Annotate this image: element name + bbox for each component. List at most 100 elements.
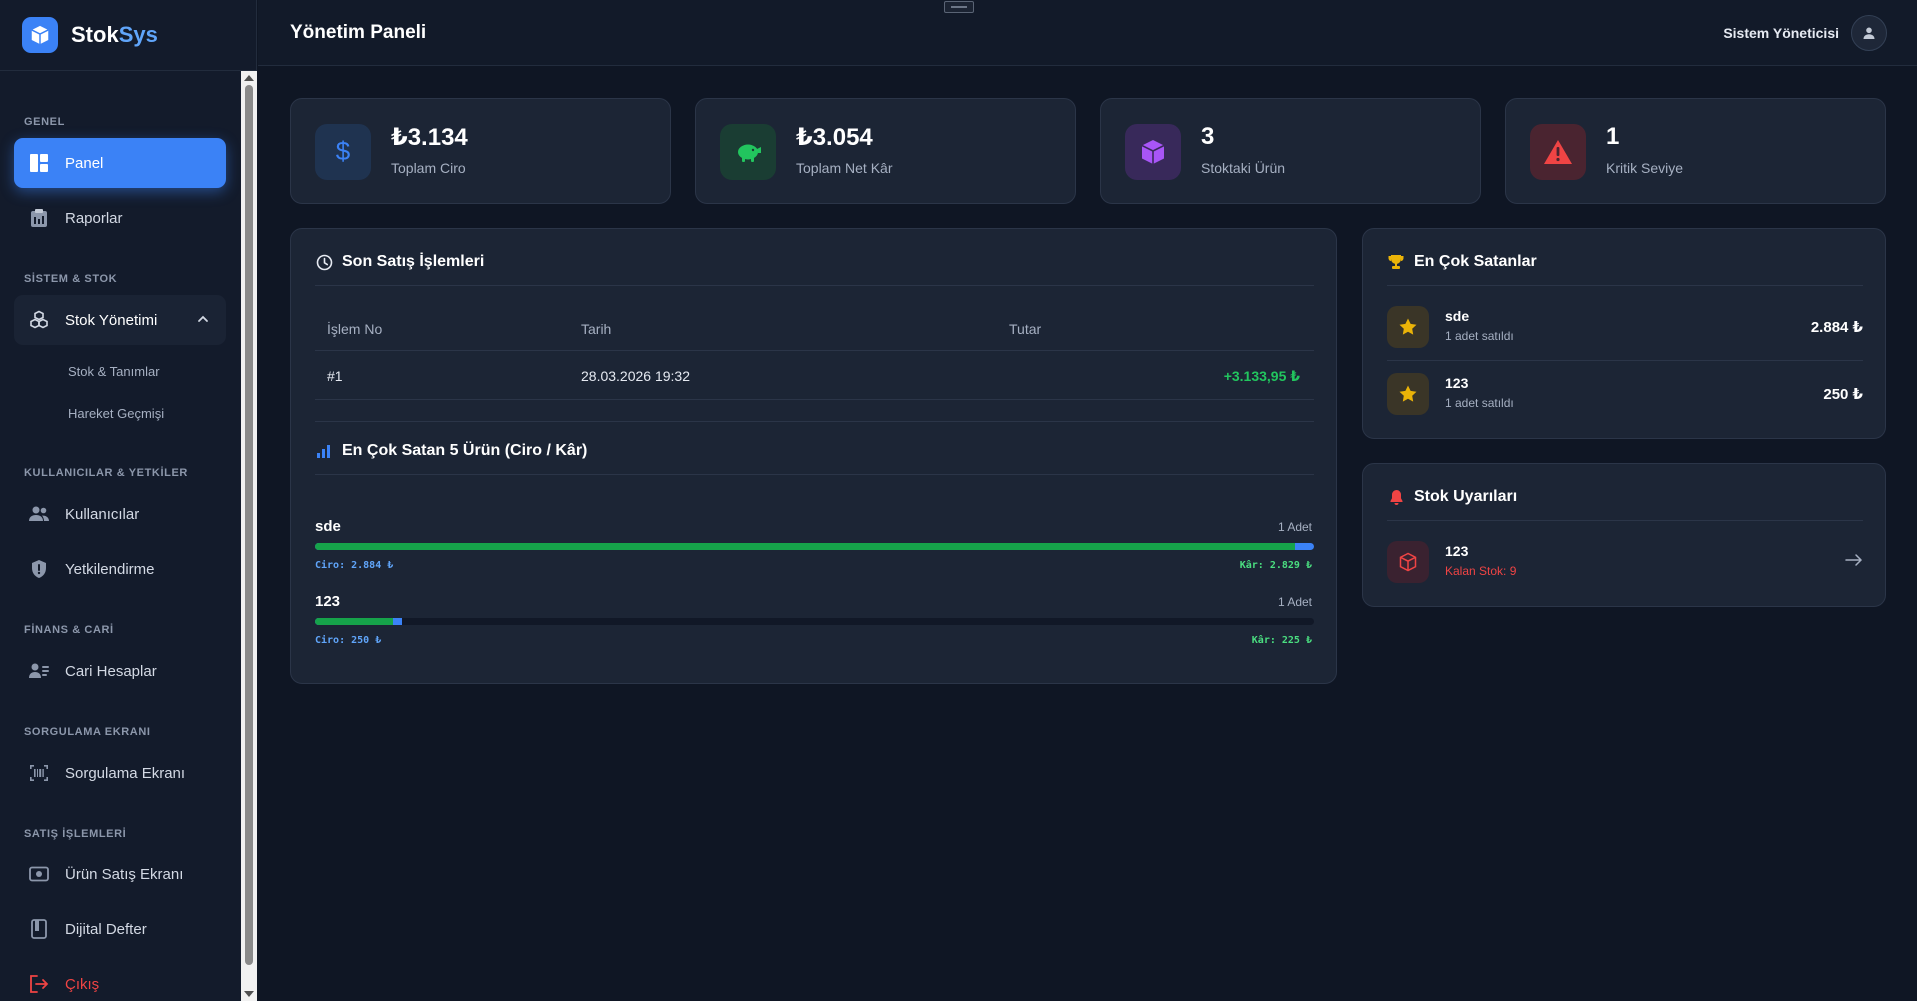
boxes-icon <box>28 309 50 331</box>
sidebar-item-cari-hesaplar[interactable]: Cari Hesaplar <box>14 646 226 696</box>
stat-value: 3 <box>1201 123 1215 150</box>
list-item-value: 2.884 ₺ <box>1810 319 1863 336</box>
chart-item-qty: 1 Adet <box>1277 520 1312 534</box>
best-sellers-title: En Çok Satanlar <box>1387 253 1537 271</box>
divider <box>315 474 1314 475</box>
clipboard-icon <box>28 207 50 229</box>
shield-icon <box>28 558 50 580</box>
list-item[interactable]: sde 1 adet satıldı 2.884 ₺ <box>1387 306 1863 366</box>
drag-handle[interactable] <box>944 1 974 13</box>
stat-value: ₺3.054 <box>796 124 873 151</box>
sidebar-item-yetkilendirme[interactable]: Yetkilendirme <box>14 544 226 594</box>
barcode-icon <box>28 762 50 784</box>
best-sellers-panel: En Çok Satanlar sde 1 adet satıldı 2.884… <box>1362 228 1886 439</box>
column-header-islem-no: İşlem No <box>327 321 383 337</box>
sidebar-item-raporlar[interactable]: Raporlar <box>14 193 226 243</box>
sidebar-item-stok-yonetimi[interactable]: Stok Yönetimi <box>14 295 226 345</box>
sidebar-item-label: Çıkış <box>65 975 100 993</box>
chart-bar-track <box>315 618 1314 625</box>
list-item-value: 250 ₺ <box>1823 386 1863 403</box>
cell-tarih: 28.03.2026 19:32 <box>581 368 690 384</box>
section-title-satis: SATIŞ İŞLEMLERİ <box>24 828 127 840</box>
avatar[interactable] <box>1851 15 1887 51</box>
bell-icon <box>1387 488 1405 506</box>
stat-card-stok: 3 Stoktaki Ürün <box>1100 98 1481 204</box>
clock-icon <box>315 253 333 271</box>
list-item[interactable]: 123 Kalan Stok: 9 <box>1387 541 1863 601</box>
sidebar-subitem-stok-tanimlar[interactable]: Stok & Tanımlar <box>68 364 160 379</box>
sidebar-item-dijital-defter[interactable]: Dijital Defter <box>14 904 226 954</box>
sidebar-subitem-hareket-gecmisi[interactable]: Hareket Geçmişi <box>68 406 164 421</box>
sidebar-item-kullanicilar[interactable]: Kullanıcılar <box>14 489 226 539</box>
section-title-finans: FİNANS & CARİ <box>24 624 114 636</box>
sidebar-item-label: Sorgulama Ekranı <box>65 764 186 782</box>
users-icon <box>28 503 50 525</box>
divider <box>315 399 1314 400</box>
user-icon <box>1863 27 1875 39</box>
recent-sales-title: Son Satış İşlemleri <box>315 253 484 271</box>
logout-icon <box>28 973 50 995</box>
scrollbar-thumb[interactable] <box>245 85 253 965</box>
column-header-tarih: Tarih <box>581 321 612 337</box>
page-title: Yönetim Paneli <box>290 22 427 43</box>
star-icon <box>1387 373 1429 415</box>
warning-icon <box>1530 124 1586 180</box>
sidebar-item-urun-satis-ekrani[interactable]: Ürün Satış Ekranı <box>14 849 226 899</box>
section-title-kullanicilar: KULLANICILAR & YETKİLER <box>24 467 188 479</box>
divider <box>1387 520 1863 521</box>
book-icon <box>28 918 50 940</box>
dollar-icon: $ <box>315 124 371 180</box>
scroll-up-arrow-icon[interactable] <box>244 75 254 81</box>
sidebar-item-label: Raporlar <box>65 209 123 227</box>
svg-text:$: $ <box>336 138 351 166</box>
chart-bar-kar <box>315 543 1295 550</box>
stat-card-net-kar: ₺3.054 Toplam Net Kâr <box>695 98 1076 204</box>
cube-icon <box>1387 541 1429 583</box>
sidebar-item-label: Stok Yönetimi <box>65 311 158 329</box>
chart-item-ciro-label: Ciro: 2.884 ₺ <box>315 560 394 571</box>
sidebar-item-cikis[interactable]: Çıkış <box>14 959 226 1001</box>
stock-alerts-title: Stok Uyarıları <box>1387 488 1517 506</box>
user-list-icon <box>28 660 50 682</box>
chart-item-name: 123 <box>315 593 341 610</box>
sidebar-scrollbar[interactable] <box>241 71 257 1001</box>
top-header: Yönetim Paneli Sistem Yöneticisi <box>258 0 1917 66</box>
stock-alerts-panel: Stok Uyarıları 123 Kalan Stok: 9 <box>1362 463 1886 607</box>
scroll-down-arrow-icon[interactable] <box>244 991 254 997</box>
chevron-up-icon <box>196 312 210 330</box>
trophy-icon <box>1387 253 1405 271</box>
sidebar-item-label: Ürün Satış Ekranı <box>65 865 184 883</box>
cell-tutar: +3.133,95 ₺ <box>1223 368 1300 384</box>
chart-item-name: sde <box>315 518 341 535</box>
top-products-chart-title: En Çok Satan 5 Ürün (Ciro / Kâr) <box>315 442 587 460</box>
section-title-genel: GENEL <box>24 116 65 128</box>
piggy-bank-icon <box>720 124 776 180</box>
stat-label: Kritik Seviye <box>1606 160 1684 176</box>
list-item[interactable]: 123 1 adet satıldı 250 ₺ <box>1387 373 1863 433</box>
list-item-sub: 1 adet satıldı <box>1445 329 1514 343</box>
sidebar-item-sorgulama-ekrani[interactable]: Sorgulama Ekranı <box>14 748 226 798</box>
star-icon <box>1387 306 1429 348</box>
chart-item-kar-label: Kâr: 225 ₺ <box>1251 635 1312 646</box>
chart-bar-track <box>315 543 1314 550</box>
list-item-name: sde <box>1445 308 1470 324</box>
recent-sales-panel: Son Satış İşlemleri İşlem No Tarih Tutar… <box>290 228 1337 684</box>
box-icon <box>22 17 58 53</box>
arrow-right-icon[interactable] <box>1845 553 1863 572</box>
bar-chart-icon <box>315 442 333 460</box>
chart-item-ciro-label: Ciro: 250 ₺ <box>315 635 382 646</box>
list-item-name: 123 <box>1445 375 1469 391</box>
list-item-name: 123 <box>1445 543 1469 559</box>
sidebar-item-panel[interactable]: Panel <box>14 138 226 188</box>
divider <box>1387 285 1863 286</box>
brand[interactable]: StokSys <box>0 0 256 71</box>
sidebar-item-label: Yetkilendirme <box>65 560 155 578</box>
stat-label: Toplam Net Kâr <box>796 160 893 176</box>
user-name[interactable]: Sistem Yöneticisi <box>1723 25 1839 41</box>
dashboard-icon <box>28 152 50 174</box>
list-item-sub: 1 adet satıldı <box>1445 396 1514 410</box>
column-header-tutar: Tutar <box>1009 321 1042 337</box>
brand-name: StokSys <box>71 22 158 47</box>
stat-label: Toplam Ciro <box>391 160 466 176</box>
chart-item-qty: 1 Adet <box>1277 595 1312 609</box>
